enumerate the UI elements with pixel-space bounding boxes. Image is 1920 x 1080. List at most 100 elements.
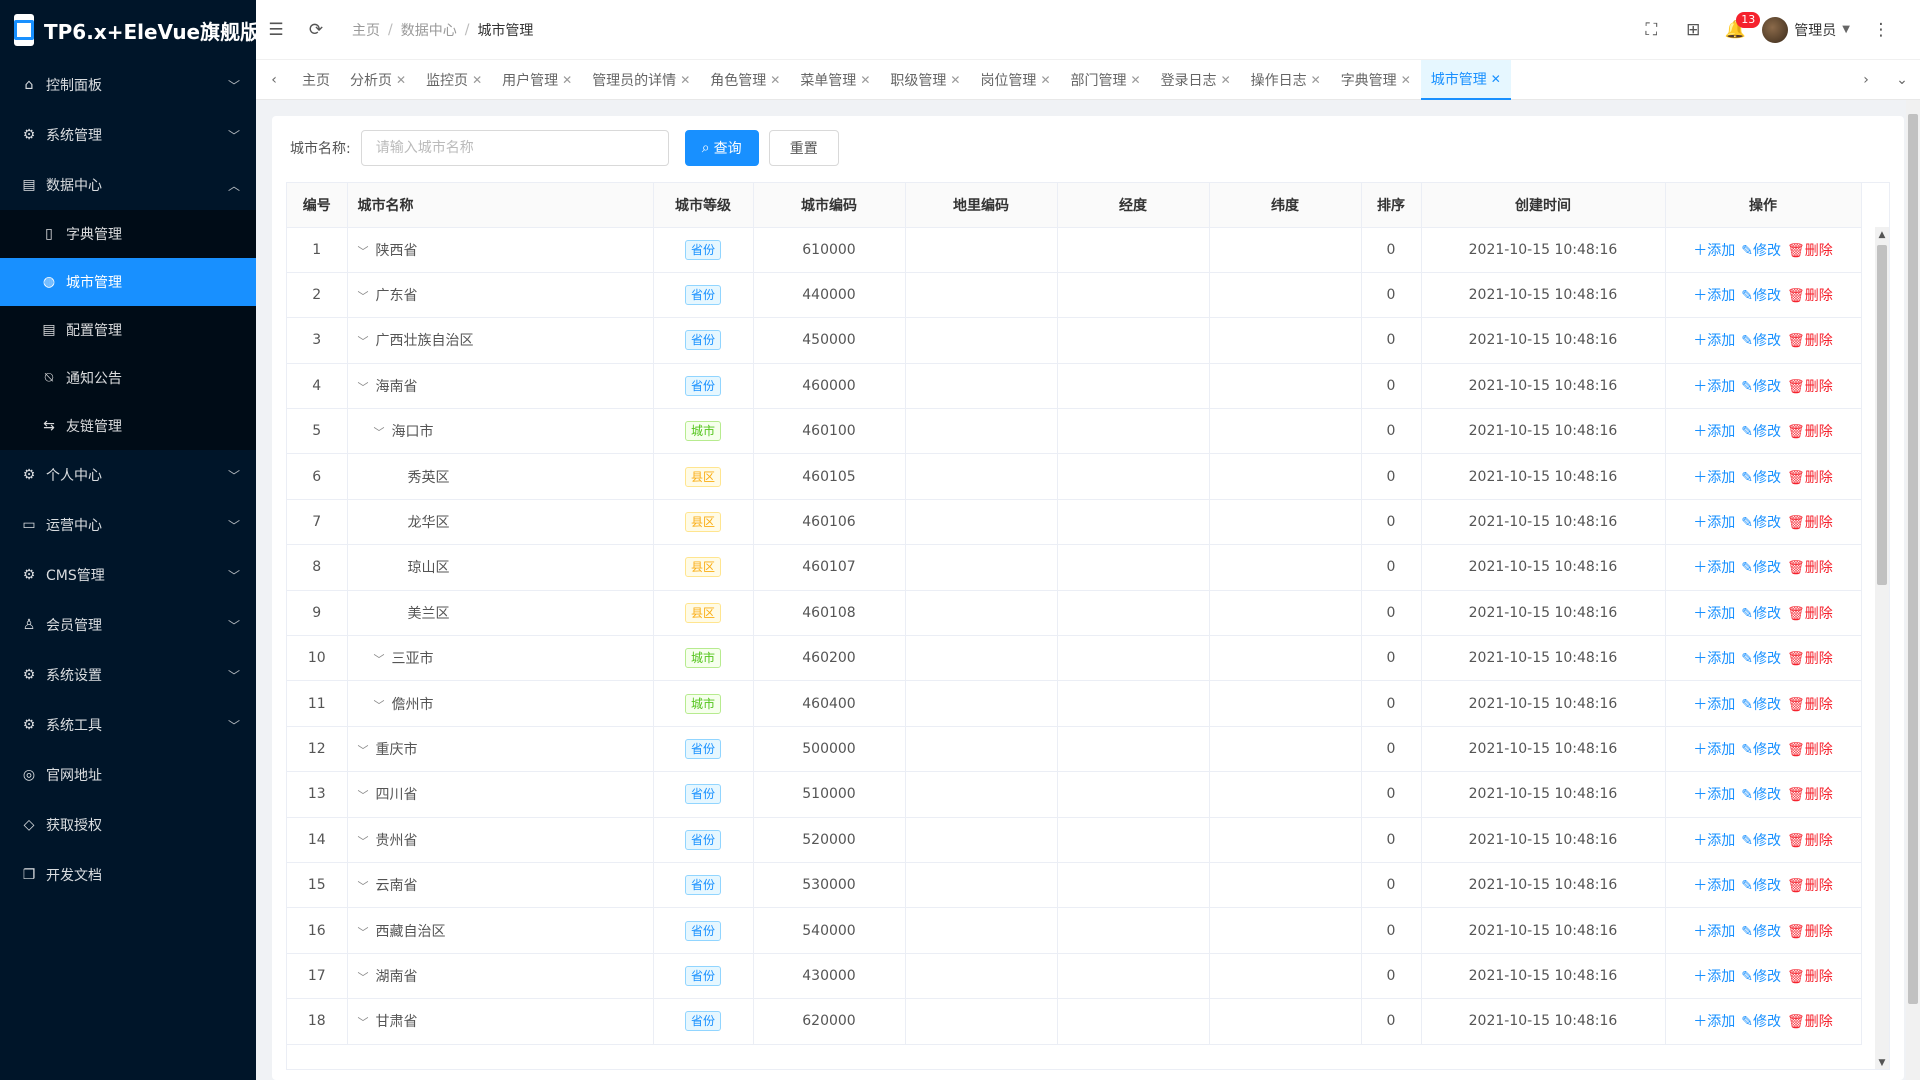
menu-fold-icon[interactable]: ☰	[256, 0, 296, 60]
edit-button[interactable]: ✎修改	[1741, 470, 1781, 486]
tree-expand-icon[interactable]: ﹀	[374, 697, 388, 713]
sidebar-item-4[interactable]: ▭ 运营中心 ﹀	[0, 500, 256, 550]
breadcrumb-home[interactable]: 主页	[352, 20, 380, 40]
edit-button[interactable]: ✎修改	[1741, 560, 1781, 576]
page-scrollbar[interactable]	[1906, 100, 1920, 1080]
sidebar-item-1[interactable]: ⚙ 系统管理 ﹀	[0, 110, 256, 160]
delete-button[interactable]: 🗑删除	[1787, 470, 1833, 486]
tab-2[interactable]: 监控页 ✕	[416, 60, 492, 100]
add-button[interactable]: ＋添加	[1693, 697, 1735, 713]
tab-5[interactable]: 角色管理 ✕	[700, 60, 790, 100]
more-vertical-icon[interactable]: ⋮	[1860, 0, 1902, 60]
add-button[interactable]: ＋添加	[1693, 651, 1735, 667]
delete-button[interactable]: 🗑删除	[1787, 787, 1833, 803]
add-button[interactable]: ＋添加	[1693, 1014, 1735, 1030]
edit-button[interactable]: ✎修改	[1741, 969, 1781, 985]
delete-button[interactable]: 🗑删除	[1787, 742, 1833, 758]
edit-button[interactable]: ✎修改	[1741, 333, 1781, 349]
add-button[interactable]: ＋添加	[1693, 515, 1735, 531]
tab-0[interactable]: 主页	[292, 60, 340, 100]
edit-button[interactable]: ✎修改	[1741, 515, 1781, 531]
delete-button[interactable]: 🗑删除	[1787, 697, 1833, 713]
close-icon[interactable]: ✕	[396, 73, 406, 87]
delete-button[interactable]: 🗑删除	[1787, 969, 1833, 985]
delete-button[interactable]: 🗑删除	[1787, 424, 1833, 440]
reset-button[interactable]: 重置	[768, 130, 839, 166]
delete-button[interactable]: 🗑删除	[1787, 1014, 1833, 1030]
tab-8[interactable]: 岗位管理 ✕	[970, 60, 1060, 100]
close-icon[interactable]: ✕	[1311, 73, 1321, 87]
sidebar-item-3[interactable]: ⚙ 个人中心 ﹀	[0, 450, 256, 500]
sidebar-subitem-0[interactable]: ▯ 字典管理	[0, 210, 256, 258]
tree-expand-icon[interactable]: ﹀	[374, 424, 388, 440]
tree-expand-icon[interactable]: ﹀	[358, 833, 372, 849]
add-button[interactable]: ＋添加	[1693, 924, 1735, 940]
close-icon[interactable]: ✕	[950, 73, 960, 87]
edit-button[interactable]: ✎修改	[1741, 606, 1781, 622]
close-icon[interactable]: ✕	[860, 73, 870, 87]
tree-expand-icon[interactable]: ﹀	[358, 288, 372, 304]
tree-expand-icon[interactable]: ﹀	[358, 1014, 372, 1030]
notification-bell-icon[interactable]: 🔔 13	[1714, 0, 1761, 60]
scroll-thumb[interactable]	[1877, 245, 1887, 585]
close-icon[interactable]: ✕	[680, 73, 690, 87]
edit-button[interactable]: ✎修改	[1741, 742, 1781, 758]
tree-expand-icon[interactable]: ﹀	[358, 787, 372, 803]
tab-9[interactable]: 部门管理 ✕	[1061, 60, 1151, 100]
add-button[interactable]: ＋添加	[1693, 833, 1735, 849]
sidebar-item-5[interactable]: ⚙ CMS管理 ﹀	[0, 550, 256, 600]
edit-button[interactable]: ✎修改	[1741, 651, 1781, 667]
sidebar-item-11[interactable]: ❐ 开发文档	[0, 850, 256, 900]
tab-11[interactable]: 操作日志 ✕	[1241, 60, 1331, 100]
tree-expand-icon[interactable]: ﹀	[358, 878, 372, 894]
add-button[interactable]: ＋添加	[1693, 742, 1735, 758]
sidebar-item-8[interactable]: ⚙ 系统工具 ﹀	[0, 700, 256, 750]
edit-button[interactable]: ✎修改	[1741, 424, 1781, 440]
sidebar-subitem-1[interactable]: ◍ 城市管理	[0, 258, 256, 306]
translate-icon[interactable]: ⊞	[1672, 0, 1714, 60]
sidebar-item-9[interactable]: ◎ 官网地址	[0, 750, 256, 800]
breadcrumb-data-center[interactable]: 数据中心	[401, 20, 457, 40]
add-button[interactable]: ＋添加	[1693, 878, 1735, 894]
tab-10[interactable]: 登录日志 ✕	[1151, 60, 1241, 100]
page-scroll-thumb[interactable]	[1908, 114, 1918, 1004]
delete-button[interactable]: 🗑删除	[1787, 560, 1833, 576]
add-button[interactable]: ＋添加	[1693, 969, 1735, 985]
add-button[interactable]: ＋添加	[1693, 560, 1735, 576]
sidebar-item-7[interactable]: ⚙ 系统设置 ﹀	[0, 650, 256, 700]
tree-expand-icon[interactable]: ﹀	[358, 924, 372, 940]
close-icon[interactable]: ✕	[770, 73, 780, 87]
delete-button[interactable]: 🗑删除	[1787, 878, 1833, 894]
scroll-down-icon[interactable]: ▼	[1875, 1055, 1889, 1069]
delete-button[interactable]: 🗑删除	[1787, 924, 1833, 940]
edit-button[interactable]: ✎修改	[1741, 379, 1781, 395]
add-button[interactable]: ＋添加	[1693, 787, 1735, 803]
tab-7[interactable]: 职级管理 ✕	[880, 60, 970, 100]
close-icon[interactable]: ✕	[472, 73, 482, 87]
table-scrollbar[interactable]: ▲ ▼	[1875, 227, 1889, 1069]
close-icon[interactable]: ✕	[1491, 72, 1501, 86]
fullscreen-icon[interactable]: ⛶	[1630, 0, 1672, 60]
edit-button[interactable]: ✎修改	[1741, 243, 1781, 259]
sidebar-subitem-3[interactable]: ⍉ 通知公告	[0, 354, 256, 402]
add-button[interactable]: ＋添加	[1693, 243, 1735, 259]
delete-button[interactable]: 🗑删除	[1787, 515, 1833, 531]
add-button[interactable]: ＋添加	[1693, 606, 1735, 622]
delete-button[interactable]: 🗑删除	[1787, 651, 1833, 667]
app-logo[interactable]: TP6.x+EleVue旗舰版	[0, 0, 260, 60]
edit-button[interactable]: ✎修改	[1741, 288, 1781, 304]
edit-button[interactable]: ✎修改	[1741, 833, 1781, 849]
sidebar-item-6[interactable]: ♙ 会员管理 ﹀	[0, 600, 256, 650]
tree-expand-icon[interactable]: ﹀	[358, 742, 372, 758]
delete-button[interactable]: 🗑删除	[1787, 379, 1833, 395]
close-icon[interactable]: ✕	[1221, 73, 1231, 87]
tab-1[interactable]: 分析页 ✕	[340, 60, 416, 100]
tab-12[interactable]: 字典管理 ✕	[1331, 60, 1421, 100]
add-button[interactable]: ＋添加	[1693, 470, 1735, 486]
add-button[interactable]: ＋添加	[1693, 379, 1735, 395]
edit-button[interactable]: ✎修改	[1741, 924, 1781, 940]
tab-13[interactable]: 城市管理 ✕	[1420, 59, 1511, 100]
delete-button[interactable]: 🗑删除	[1787, 333, 1833, 349]
add-button[interactable]: ＋添加	[1693, 424, 1735, 440]
tree-expand-icon[interactable]: ﹀	[374, 651, 388, 667]
